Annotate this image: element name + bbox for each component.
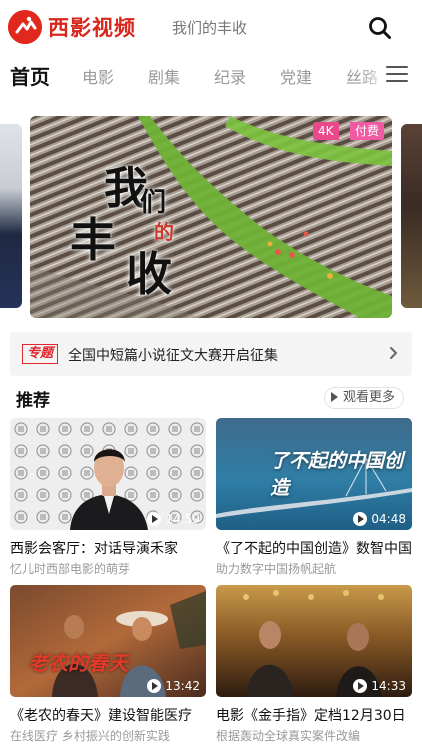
badge-paid: 付费 xyxy=(350,122,385,140)
video-title: 《了不起的中国创造》数智中国 xyxy=(216,541,412,557)
search-button[interactable] xyxy=(366,14,394,42)
tab-movie[interactable]: 电影 xyxy=(82,64,114,88)
video-title: 西影会客厅：对话导演禾家 xyxy=(10,541,178,557)
video-subtitle: 忆儿时西部电影的萌芽 xyxy=(10,562,131,576)
video-card[interactable]: 老农的春天 13:42 《老农的春天》建设智能医疗 在线医疗 乡村振兴的创新实践 xyxy=(10,585,206,743)
play-icon xyxy=(147,679,162,693)
video-thumbnail: 14:59 xyxy=(10,418,206,530)
banner-prev-slide[interactable] xyxy=(0,124,22,308)
banner-next-slide[interactable] xyxy=(401,124,422,308)
app-header: 西影视频 我们的丰收 xyxy=(0,0,422,56)
see-more-button[interactable]: 观看更多 xyxy=(324,387,405,409)
video-title: 《老农的春天》建设智能医疗 xyxy=(10,708,192,724)
video-card[interactable]: 了不起的中国创造 04:48 《了不起的中国创造》数智中国 助力数字中国扬帆起航 xyxy=(216,418,412,576)
play-icon xyxy=(147,512,162,526)
channel-tabs: 首页 电影 剧集 纪录 党建 丝路 xyxy=(0,56,422,96)
video-thumbnail: 老农的春天 13:42 xyxy=(10,585,206,697)
video-thumbnail: 14:33 xyxy=(216,585,412,697)
video-subtitle: 在线医疗 乡村振兴的创新实践 xyxy=(10,729,170,743)
badge-4k: 4K xyxy=(313,122,339,140)
chevron-right-icon xyxy=(388,346,400,364)
topic-tag: 专题 xyxy=(22,344,59,364)
banner-main-slide[interactable]: 我 们 的 丰 收 4K 付费 xyxy=(30,116,392,318)
banner-title-art: 我 们 的 丰 收 xyxy=(66,152,196,301)
video-title: 电影《金手指》定档12月30日 xyxy=(216,708,406,724)
tab-party[interactable]: 党建 xyxy=(280,64,312,88)
menu-icon[interactable] xyxy=(386,66,408,84)
play-outline-icon xyxy=(331,392,338,402)
video-duration: 04:48 xyxy=(353,512,406,526)
thumbnail-title-text: 了不起的中国创造 xyxy=(270,450,404,499)
video-thumbnail: 了不起的中国创造 04:48 xyxy=(216,418,412,530)
header-slogan: 我们的丰收 xyxy=(172,19,248,37)
app-logo[interactable]: 西影视频 xyxy=(8,10,136,44)
video-subtitle: 根据轰动全球真实案件改编 xyxy=(216,729,361,743)
video-duration: 13:42 xyxy=(147,679,200,693)
banner-title-char: 丰 xyxy=(70,213,116,267)
section-title-recommend: 推荐 xyxy=(16,391,50,411)
banner-title-char: 们 xyxy=(140,188,167,218)
see-more-label: 观看更多 xyxy=(343,390,396,405)
video-subtitle: 助力数字中国扬帆起航 xyxy=(216,562,337,576)
logo-text: 西影视频 xyxy=(48,16,136,40)
banner-title-char: 收 xyxy=(126,247,172,301)
video-card[interactable]: 14:59 西影会客厅：对话导演禾家 忆儿时西部电影的萌芽 xyxy=(10,418,206,576)
tab-home[interactable]: 首页 xyxy=(10,61,50,90)
video-duration: 14:33 xyxy=(353,679,406,693)
topic-text: 全国中短篇小说征文大赛开启征集 xyxy=(68,348,278,364)
search-icon xyxy=(369,17,391,39)
play-icon xyxy=(353,512,368,526)
logo-icon xyxy=(8,10,42,44)
play-icon xyxy=(353,679,368,693)
video-card[interactable]: 14:33 电影《金手指》定档12月30日 根据轰动全球真实案件改编 xyxy=(216,585,412,743)
topic-banner[interactable]: 专题 全国中短篇小说征文大赛开启征集 xyxy=(10,332,412,376)
thumbnail-title-text: 老农的春天 xyxy=(28,651,128,675)
video-duration: 14:59 xyxy=(147,512,200,526)
tab-series[interactable]: 剧集 xyxy=(148,64,180,88)
tab-documentary[interactable]: 纪录 xyxy=(214,64,246,88)
